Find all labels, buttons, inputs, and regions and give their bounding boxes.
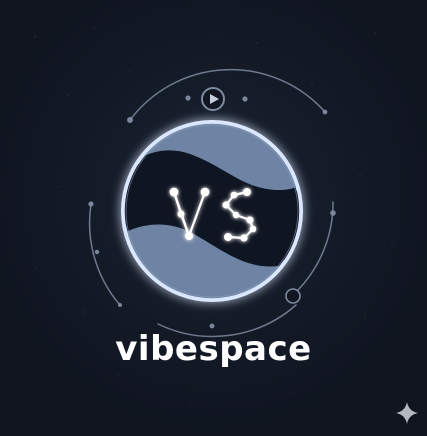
sparkle-icon <box>396 402 418 424</box>
logo-canvas: vibespace <box>0 0 427 436</box>
orbit-play-node <box>201 87 225 111</box>
brand-wordmark: vibespace <box>115 329 312 369</box>
orbit-hollow-node <box>285 288 301 304</box>
